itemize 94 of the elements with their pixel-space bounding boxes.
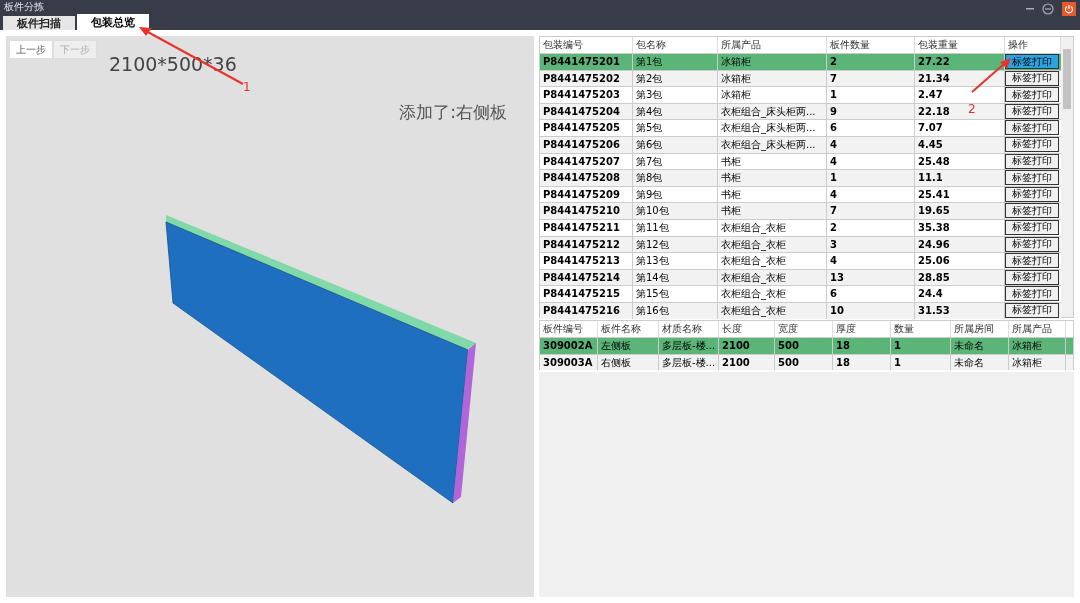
table-cell: 冰箱柜	[1009, 338, 1066, 354]
tab[interactable]: 包装总览	[77, 14, 149, 30]
table-row[interactable]: P8441475210 第10包 书柜 7 19.65 标签打印	[540, 202, 1061, 219]
table-cell: 500	[775, 338, 833, 354]
table-cell: P8441475201	[540, 54, 633, 70]
table-cell: 衣柜组合_衣柜	[718, 286, 827, 302]
table-cell: 第8包	[633, 170, 718, 186]
table-cell: 2	[827, 219, 915, 236]
table-cell: 6	[827, 286, 915, 302]
table-cell: 冰箱柜	[718, 54, 827, 70]
table-cell: 1	[891, 338, 951, 354]
table-cell: 书柜	[718, 170, 827, 186]
table-cell: 500	[775, 354, 833, 370]
table-row[interactable]: P8441475208 第8包 书柜 1 11.1 标签打印	[540, 169, 1061, 186]
step-button[interactable]: 上一步	[9, 40, 53, 59]
table-cell: 1	[827, 87, 915, 103]
scrollbar[interactable]	[1061, 37, 1073, 317]
table-cell: 未命名	[951, 354, 1009, 370]
table-cell: 衣柜组合_衣柜	[718, 219, 827, 236]
table-cell: 未命名	[951, 338, 1009, 354]
table-cell: 多层板-楼...	[659, 354, 719, 370]
annotation-arrow	[971, 58, 1011, 93]
table-cell: 第10包	[633, 203, 718, 219]
table-cell: 第15包	[633, 286, 718, 302]
annotation-number: 2	[968, 101, 976, 118]
table-row[interactable]: P8441475205 第5包 衣柜组合_床头柜两... 6 7.07 标签打印	[540, 119, 1061, 136]
minimize-icon[interactable]	[1026, 8, 1034, 10]
table-cell: P8441475213	[540, 253, 633, 269]
table-cell: 6	[827, 120, 915, 136]
table-cell: 2100	[719, 338, 775, 354]
print-label-button[interactable]: 标签打印	[1005, 219, 1059, 235]
status-message: 添加了:右侧板	[399, 101, 507, 124]
table-row[interactable]: P8441475203 第3包 冰箱柜 1 2.47 标签打印	[540, 86, 1061, 103]
table-cell: 7	[827, 203, 915, 219]
print-label-button[interactable]: 标签打印	[1005, 302, 1059, 318]
table-cell: 1	[891, 354, 951, 370]
window-title: 板件分拣	[4, 2, 44, 12]
table-cell: 18	[833, 338, 891, 354]
table-cell: P8441475215	[540, 286, 633, 302]
table-row[interactable]: P8441475215 第15包 衣柜组合_衣柜 6 24.4 标签打印	[540, 285, 1061, 302]
table-cell: 1	[827, 170, 915, 186]
table-cell: 2	[827, 54, 915, 70]
table-cell: 第13包	[633, 253, 718, 269]
table-row[interactable]: P8441475201 第1包 冰箱柜 2 27.22 标签打印	[540, 53, 1061, 70]
table-cell: P8441475205	[540, 120, 633, 136]
table-cell: P8441475211	[540, 219, 633, 236]
print-label-button[interactable]: 标签打印	[1005, 203, 1059, 219]
table-cell: 第5包	[633, 120, 718, 136]
print-label-button[interactable]: 标签打印	[1005, 153, 1059, 169]
power-button[interactable]	[1062, 2, 1076, 16]
print-label-button[interactable]: 标签打印	[1005, 103, 1059, 119]
print-label-button[interactable]: 标签打印	[1005, 54, 1059, 69]
annotation-number: 1	[243, 79, 251, 96]
table-row[interactable]: P8441475213 第13包 衣柜组合_衣柜 4 25.06 标签打印	[540, 252, 1061, 269]
table-cell: 第3包	[633, 87, 718, 103]
print-label-button[interactable]: 标签打印	[1005, 253, 1059, 269]
table-cell: 衣柜组合_床头柜两...	[718, 136, 827, 153]
tab[interactable]: 板件扫描	[3, 16, 75, 30]
table-cell: 冰箱柜	[718, 87, 827, 103]
table-cell: 第6包	[633, 136, 718, 153]
print-label-button[interactable]: 标签打印	[1005, 170, 1059, 186]
table-cell: 衣柜组合_床头柜两...	[718, 120, 827, 136]
table-cell: 309003A	[540, 354, 598, 370]
table-cell: 2100	[719, 354, 775, 370]
table-cell: P8441475206	[540, 136, 633, 153]
power-icon	[1064, 4, 1074, 14]
table-cell: 18	[833, 354, 891, 370]
table-cell: P8441475216	[540, 302, 633, 319]
print-label-button[interactable]: 标签打印	[1005, 236, 1059, 252]
table-cell: 4	[827, 136, 915, 153]
print-label-button[interactable]: 标签打印	[1005, 286, 1059, 302]
print-label-button[interactable]: 标签打印	[1005, 120, 1059, 136]
table-cell: 左侧板	[598, 338, 659, 354]
table-cell: 第1包	[633, 54, 718, 70]
table-cell: 衣柜组合_衣柜	[718, 302, 827, 319]
print-label-button[interactable]: 标签打印	[1005, 269, 1059, 285]
table-cell: 右侧板	[598, 354, 659, 370]
table-cell: 10	[827, 302, 915, 319]
table-cell: P8441475208	[540, 170, 633, 186]
table-cell: 书柜	[718, 203, 827, 219]
print-label-button[interactable]: 标签打印	[1005, 87, 1059, 103]
table-cell: 第16包	[633, 302, 718, 319]
table-cell: 衣柜组合_衣柜	[718, 253, 827, 269]
table-cell: 309002A	[540, 338, 598, 354]
print-label-button[interactable]: 标签打印	[1005, 70, 1059, 86]
table-cell: 多层板-楼...	[659, 338, 719, 354]
table-cell: P8441475203	[540, 87, 633, 103]
table-cell: 4	[827, 253, 915, 269]
table-row[interactable]: 309002A 左侧板 多层板-楼... 2100 500 18 1 未命名 冰箱柜	[540, 337, 1073, 354]
table-cell: 第11包	[633, 219, 718, 236]
print-label-button[interactable]: 标签打印	[1005, 136, 1059, 152]
table-cell: 冰箱柜	[1009, 354, 1066, 370]
table-cell: P8441475210	[540, 203, 633, 219]
print-label-button[interactable]: 标签打印	[1005, 186, 1059, 202]
